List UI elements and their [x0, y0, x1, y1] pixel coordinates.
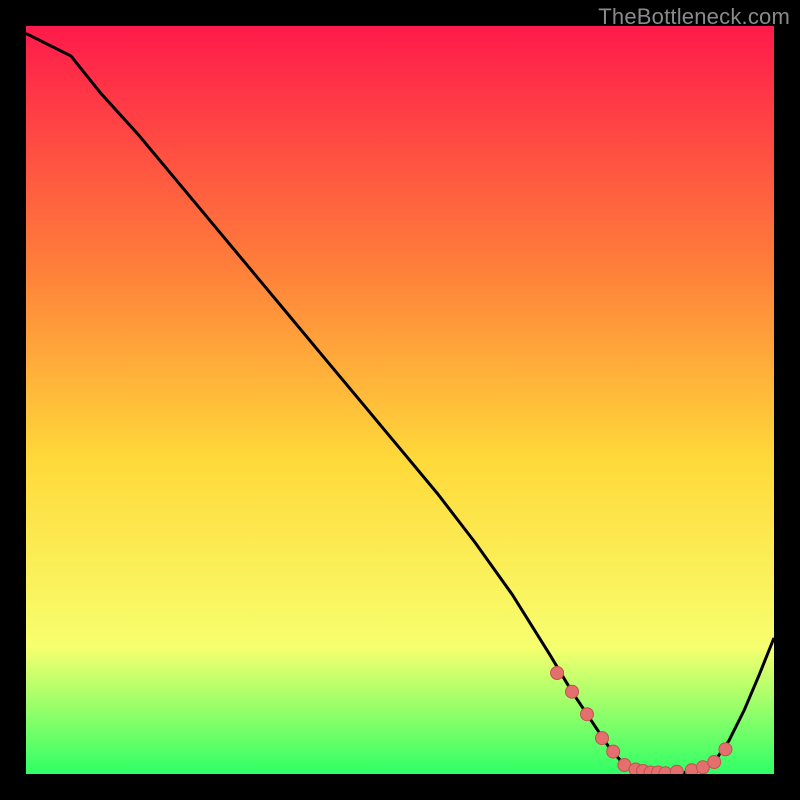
curve-marker — [670, 765, 683, 774]
bottleneck-chart — [26, 26, 774, 774]
attribution-text: TheBottleneck.com — [598, 4, 790, 30]
curve-marker — [581, 708, 594, 721]
curve-marker — [551, 667, 564, 680]
chart-background — [26, 26, 774, 774]
chart-frame — [26, 26, 774, 774]
curve-marker — [708, 756, 721, 769]
curve-marker — [719, 743, 732, 756]
curve-marker — [566, 685, 579, 698]
curve-marker — [596, 732, 609, 745]
curve-marker — [607, 745, 620, 758]
